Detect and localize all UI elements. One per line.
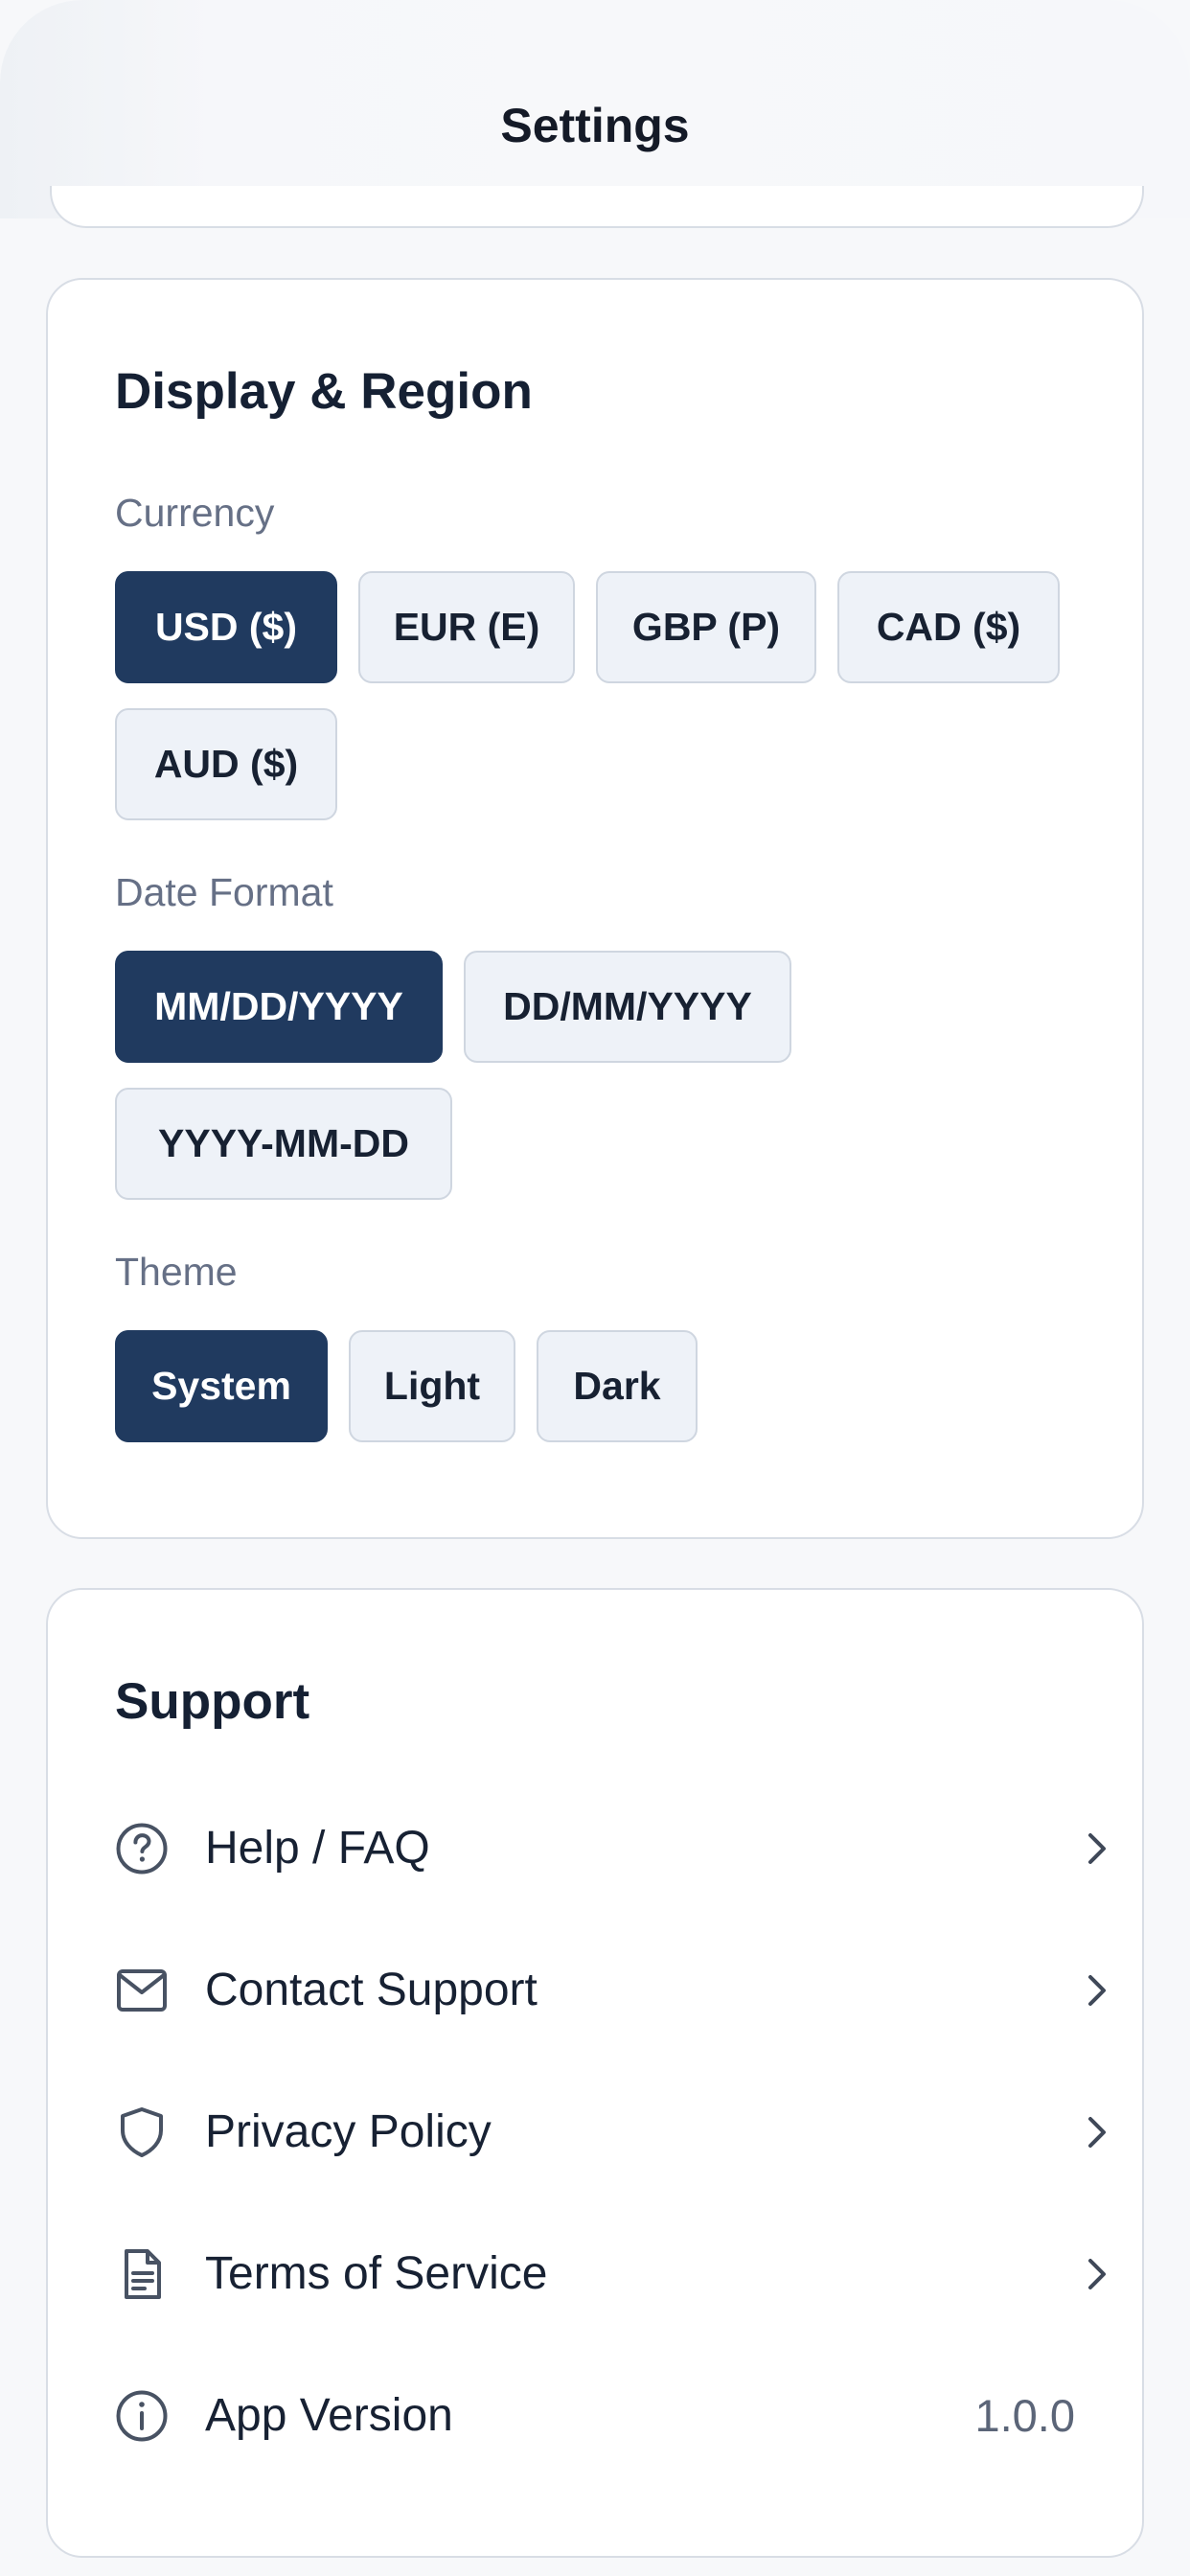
support-item-contact-support[interactable]: Contact Support — [48, 1920, 1142, 2061]
theme-option-system[interactable]: System — [115, 1330, 328, 1442]
support-item-label: Contact Support — [205, 1965, 538, 2015]
date-format-option-dmy[interactable]: DD/MM/YYYY — [464, 951, 791, 1063]
theme-option-dark[interactable]: Dark — [537, 1330, 698, 1442]
currency-label: Currency — [115, 491, 275, 535]
chevron-right-icon — [1088, 1833, 1106, 1864]
chevron-right-icon — [1088, 1975, 1106, 2006]
display-region-title: Display & Region — [115, 363, 533, 420]
support-item-app-version: App Version 1.0.0 — [48, 2345, 1142, 2487]
support-item-help-faq[interactable]: Help / FAQ — [48, 1778, 1142, 1920]
support-item-label: App Version — [205, 2390, 453, 2441]
date-format-label: Date Format — [115, 870, 333, 914]
info-icon — [116, 2390, 168, 2442]
currency-option-gbp[interactable]: GBP (P) — [596, 571, 816, 683]
settings-screen: Settings Display & Region Currency USD (… — [0, 0, 1190, 2576]
app-version-value: 1.0.0 — [974, 2390, 1075, 2441]
support-item-label: Privacy Policy — [205, 2106, 492, 2157]
currency-option-aud[interactable]: AUD ($) — [115, 708, 337, 820]
currency-option-eur[interactable]: EUR (E) — [358, 571, 575, 683]
support-item-terms-of-service[interactable]: Terms of Service — [48, 2203, 1142, 2345]
display-region-card: Display & Region Currency USD ($) EUR (E… — [46, 278, 1144, 1539]
support-item-privacy-policy[interactable]: Privacy Policy — [48, 2061, 1142, 2203]
date-format-option-ymd[interactable]: YYYY-MM-DD — [115, 1088, 452, 1200]
support-card: Support Help / FAQ Contact Support Priva… — [46, 1588, 1144, 2558]
support-item-label: Help / FAQ — [205, 1823, 430, 1874]
shield-icon — [121, 2107, 163, 2157]
currency-option-cad[interactable]: CAD ($) — [837, 571, 1060, 683]
document-icon — [125, 2249, 161, 2299]
help-circle-icon — [116, 1823, 168, 1874]
page-title: Settings — [500, 99, 690, 152]
theme-option-light[interactable]: Light — [349, 1330, 515, 1442]
previous-card-edge — [50, 186, 1144, 228]
chevron-right-icon — [1088, 2259, 1106, 2289]
support-item-label: Terms of Service — [205, 2248, 548, 2299]
mail-icon — [117, 1969, 167, 2012]
theme-label: Theme — [115, 1250, 238, 1294]
chevron-right-icon — [1088, 2117, 1106, 2148]
support-title: Support — [115, 1673, 310, 1730]
date-format-option-mdy[interactable]: MM/DD/YYYY — [115, 951, 443, 1063]
currency-option-usd[interactable]: USD ($) — [115, 571, 337, 683]
